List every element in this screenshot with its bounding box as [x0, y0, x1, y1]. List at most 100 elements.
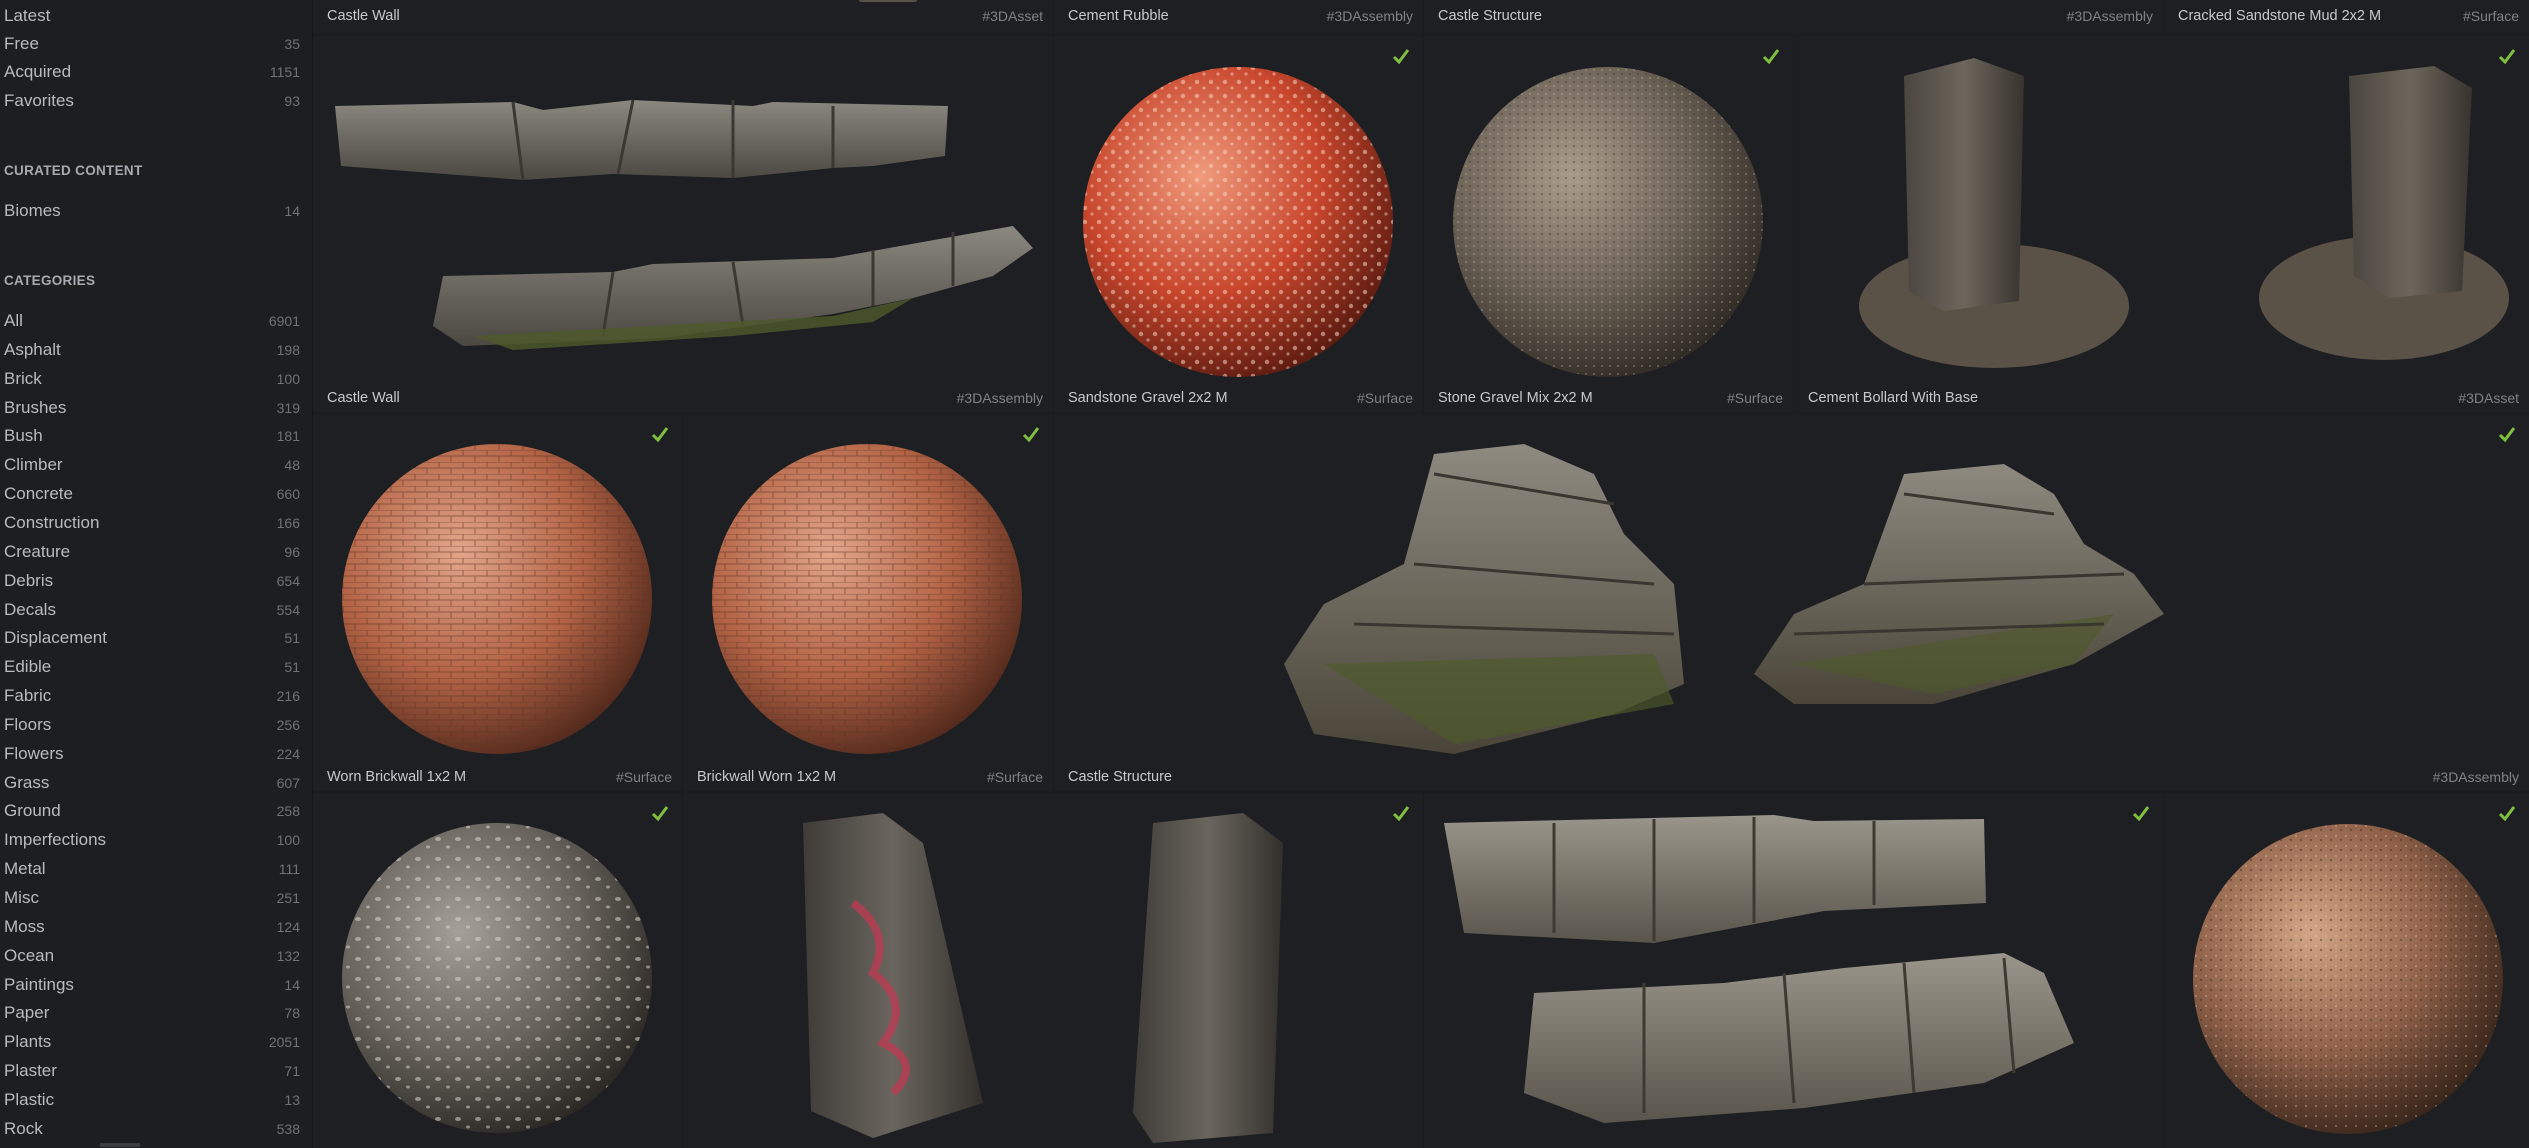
category-item-decals[interactable]: Decals 554 [4, 596, 300, 624]
category-item-climber[interactable]: Climber 48 [4, 451, 300, 479]
category-count: 132 [276, 947, 300, 964]
category-item-all[interactable]: All 6901 [4, 307, 300, 335]
sidebar-item-label: Free [4, 34, 39, 53]
sidebar: Latest Free 35 Acquired 1151 Favorites 9… [0, 0, 313, 1148]
sidebar-item-count: 1151 [269, 64, 300, 80]
categories-heading: CATEGORIES [4, 273, 96, 288]
category-item-imperfections[interactable]: Imperfections 100 [4, 826, 300, 854]
asset-preview [803, 813, 1283, 1143]
category-item-misc[interactable]: Misc 251 [4, 884, 300, 912]
category-item-creature[interactable]: Creature 96 [4, 538, 300, 566]
category-item-paper[interactable]: Paper 78 [4, 999, 300, 1027]
sidebar-item-free[interactable]: Free 35 [4, 30, 300, 58]
category-item-rock[interactable]: Rock 538 [4, 1115, 300, 1143]
asset-tile[interactable]: Castle Wall #3DAssembly [313, 36, 1053, 412]
category-item-construction[interactable]: Construction 166 [4, 509, 300, 537]
category-label: Brick [4, 368, 42, 388]
sidebar-item-count: 35 [284, 36, 300, 52]
asset-preview [2193, 824, 2503, 1134]
category-item-metal[interactable]: Metal 111 [4, 855, 300, 883]
category-count: 181 [276, 428, 300, 445]
asset-tile-strip[interactable]: Cement Rubble #3DAssembly [1054, 0, 1423, 34]
category-count: 538 [276, 1120, 300, 1137]
category-count: 71 [284, 1063, 300, 1080]
category-label: Construction [4, 512, 100, 532]
asset-tile[interactable]: Stone Gravel Mix 2x2 M #Surface [1424, 36, 1793, 412]
asset-tile[interactable] [1424, 793, 2163, 1148]
asset-tile[interactable]: Worn Brickwall 1x2 M #Surface [313, 414, 682, 791]
category-label: Flowers [4, 743, 64, 763]
category-label: Moss [4, 916, 45, 936]
asset-tile[interactable]: Cement Bollard With Base #3DAsset [1794, 36, 2529, 412]
category-count: 100 [276, 832, 300, 849]
category-label: Paper [4, 1003, 50, 1023]
asset-tile[interactable]: Brickwall Worn 1x2 M #Surface [683, 414, 1053, 791]
category-label: Ground [4, 801, 61, 821]
category-item-brick[interactable]: Brick 100 [4, 365, 300, 393]
category-label: Ocean [4, 945, 55, 965]
asset-tile-strip[interactable]: Cracked Sandstone Mud 2x2 M #Surface [2164, 0, 2529, 34]
category-label: Misc [4, 888, 39, 907]
asset-tag: #3DAssembly [956, 390, 1043, 406]
category-item-edible[interactable]: Edible 51 [4, 653, 300, 681]
asset-title: Castle Structure [1068, 769, 1172, 785]
asset-preview [858, 0, 918, 2]
asset-tile[interactable] [2164, 793, 2529, 1148]
sidebar-item-favorites[interactable]: Favorites 93 [4, 87, 300, 115]
category-item-displacement[interactable]: Displacement 51 [4, 624, 300, 652]
asset-title: Worn Brickwall 1x2 M [327, 769, 467, 785]
category-item-fabric[interactable]: Fabric 216 [4, 682, 300, 710]
asset-preview [342, 444, 652, 754]
category-item-asphalt[interactable]: Asphalt 198 [4, 336, 300, 364]
category-item-plants[interactable]: Plants 2051 [4, 1028, 300, 1056]
category-item-ground[interactable]: Ground 258 [4, 797, 300, 825]
asset-preview [1453, 67, 1763, 377]
asset-tag: #3DAsset [2458, 390, 2519, 406]
category-count: 607 [276, 774, 300, 791]
category-label: Imperfections [4, 830, 107, 850]
asset-tag: #Surface [1726, 390, 1783, 406]
asset-tile[interactable]: Castle Structure #3DAssembly [1054, 414, 2529, 791]
sidebar-item-acquired[interactable]: Acquired 1151 [4, 58, 300, 86]
acquired-check-icon [2498, 806, 2516, 822]
category-count: 224 [276, 745, 300, 762]
category-item-plaster[interactable]: Plaster 71 [4, 1057, 300, 1085]
asset-tag: #3DAsset [982, 8, 1043, 24]
category-label: Displacement [4, 628, 107, 648]
curated-heading: CURATED CONTENT [4, 163, 143, 178]
category-count: 251 [276, 890, 300, 906]
asset-tile[interactable]: Sandstone Gravel 2x2 M #Surface [1054, 36, 1423, 412]
asset-title: Brickwall Worn 1x2 M [697, 769, 837, 785]
category-item-concrete[interactable]: Concrete 660 [4, 480, 300, 508]
category-item-brushes[interactable]: Brushes 319 [4, 394, 300, 422]
category-item-plastic[interactable]: Plastic 13 [4, 1086, 300, 1114]
asset-tile[interactable] [313, 793, 682, 1148]
asset-tag: #Surface [615, 769, 672, 785]
category-label: Debris [4, 570, 54, 590]
category-item-floors[interactable]: Floors 256 [4, 711, 300, 739]
category-count: 14 [284, 976, 300, 993]
category-count: 100 [276, 370, 300, 387]
asset-title: Castle Structure [1438, 8, 1542, 24]
category-label: Plants [4, 1032, 52, 1052]
sidebar-scrollbar[interactable] [100, 1143, 140, 1147]
asset-title: Cement Bollard With Base [1808, 390, 1979, 406]
asset-tile-strip[interactable]: Castle Wall #3DAsset [313, 0, 1053, 34]
category-item-flowers[interactable]: Flowers 224 [4, 740, 300, 768]
category-label: Floors [4, 714, 52, 734]
asset-title: Castle Wall [327, 390, 400, 406]
category-item-bush[interactable]: Bush 181 [4, 422, 300, 450]
category-item-debris[interactable]: Debris 654 [4, 567, 300, 595]
category-item-paintings[interactable]: Paintings 14 [4, 971, 300, 999]
acquired-check-icon [2498, 427, 2516, 443]
acquired-check-icon [1762, 49, 1780, 65]
asset-tile-strip[interactable]: Castle Structure #3DAssembly [1424, 0, 2163, 34]
category-item-moss[interactable]: Moss 124 [4, 913, 300, 941]
acquired-check-icon [2498, 49, 2516, 65]
category-item-ocean[interactable]: Ocean 132 [4, 942, 300, 970]
category-item-grass[interactable]: Grass 607 [4, 769, 300, 797]
sidebar-item-biomes[interactable]: Biomes 14 [4, 197, 300, 225]
asset-tile[interactable] [683, 793, 1423, 1148]
category-count: 124 [276, 918, 300, 935]
sidebar-item-latest[interactable]: Latest [4, 2, 300, 30]
